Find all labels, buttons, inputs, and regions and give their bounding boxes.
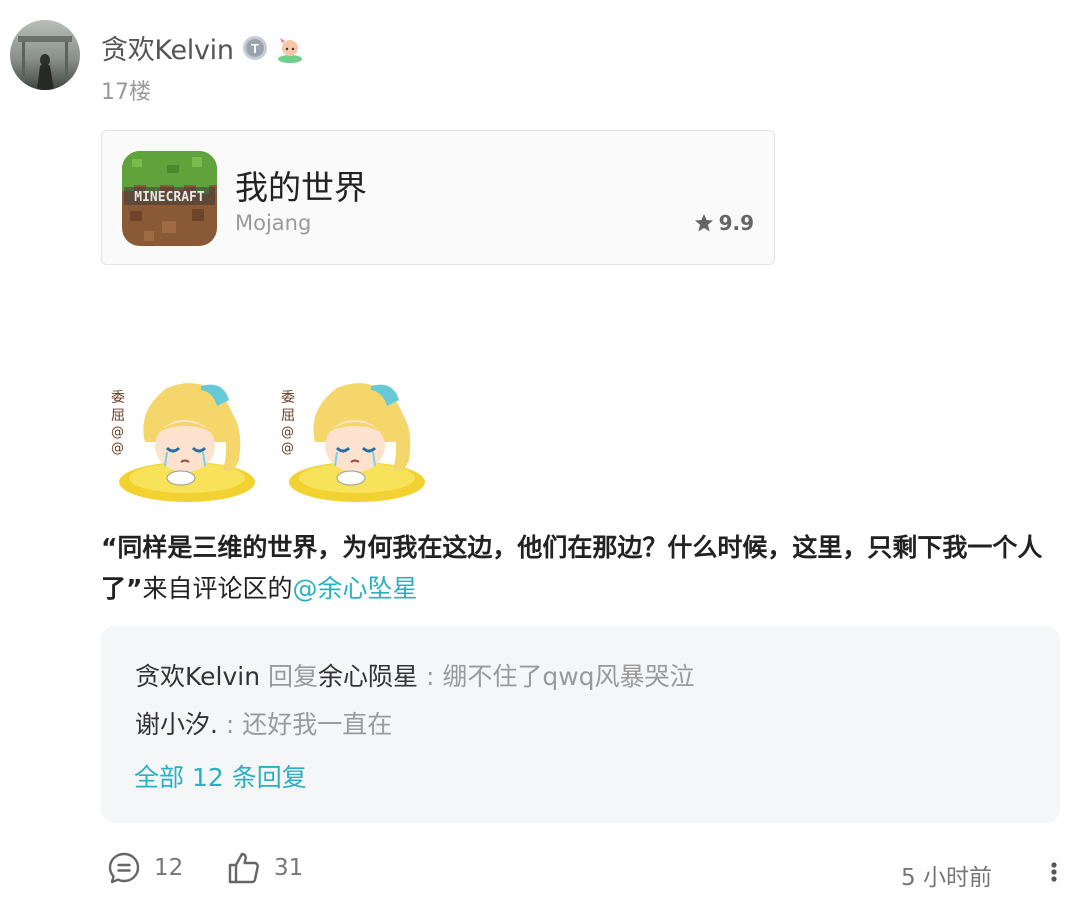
reply-action: 回复	[260, 662, 319, 691]
app-title: 我的世界	[235, 168, 367, 207]
svg-text:屈: 屈	[111, 408, 125, 424]
avatar[interactable]	[10, 20, 80, 90]
app-icon-text: MINECRAFT	[134, 190, 205, 205]
author-name[interactable]: 贪欢Kelvin	[101, 28, 234, 67]
svg-text:@: @	[111, 425, 124, 440]
reply-author[interactable]: 谢小汐.	[135, 710, 218, 739]
floor-number: 17楼	[101, 80, 151, 105]
character-badge-icon	[276, 35, 302, 63]
author-row: 贪欢Kelvin T	[101, 28, 302, 67]
reply-item[interactable]: 贪欢Kelvin 回复余心陨星 : 绷不住了qwq风暴哭泣	[135, 661, 695, 693]
app-rating: 9.9	[694, 211, 754, 235]
comment-count: 12	[154, 855, 184, 881]
reply-text: 还好我一直在	[242, 710, 393, 739]
sticker-image[interactable]: 委 屈 @ @	[105, 380, 255, 505]
reply-author[interactable]: 贪欢Kelvin	[135, 662, 260, 691]
action-bar: 12 31 5 小时前	[0, 850, 1080, 891]
post-time: 5 小时前	[901, 865, 992, 891]
more-options-button[interactable]	[1044, 854, 1064, 890]
svg-text:屈: 屈	[281, 408, 295, 424]
reply-separator: :	[217, 710, 243, 739]
comment-button[interactable]: 12	[106, 850, 183, 886]
view-all-replies-link[interactable]: 全部 12 条回复	[134, 758, 307, 794]
comment-icon	[108, 852, 140, 884]
thumbs-up-icon	[228, 852, 259, 884]
svg-text:委: 委	[281, 390, 295, 406]
app-card[interactable]: MINECRAFT 我的世界 Mojang 9.9	[101, 130, 775, 265]
reply-separator: :	[418, 662, 443, 691]
post-content: “同样是三维的世界，为何我在这边，他们在那边？什么时候，这里，只剩下我一个人了”…	[101, 527, 1066, 609]
svg-text:@: @	[111, 441, 124, 456]
star-icon	[694, 214, 713, 232]
like-count: 31	[274, 855, 304, 881]
minecraft-app-icon: MINECRAFT	[122, 151, 217, 246]
more-vertical-icon	[1051, 862, 1057, 882]
svg-text:委: 委	[111, 390, 125, 406]
reply-target[interactable]: 余心陨星	[318, 662, 418, 691]
app-developer: Mojang	[235, 211, 312, 235]
content-suffix: 来自评论区的	[142, 574, 293, 603]
sticker-image[interactable]: 委 屈 @ @	[275, 380, 425, 505]
svg-text:@: @	[281, 425, 294, 440]
svg-text:T: T	[251, 41, 259, 56]
reply-item[interactable]: 谢小汐. : 还好我一直在	[135, 709, 392, 741]
like-button[interactable]: 31	[226, 850, 303, 886]
reply-text: 绷不住了qwq风暴哭泣	[442, 662, 695, 691]
content-mention-link[interactable]: @余心坠星	[292, 574, 417, 603]
verified-badge-icon: T	[242, 35, 268, 61]
post-card: 贪欢Kelvin T 17楼 MINECRAFT 我的世界 Mojang 9.9…	[0, 0, 1080, 910]
rating-value: 9.9	[718, 211, 754, 235]
svg-text:@: @	[281, 441, 294, 456]
